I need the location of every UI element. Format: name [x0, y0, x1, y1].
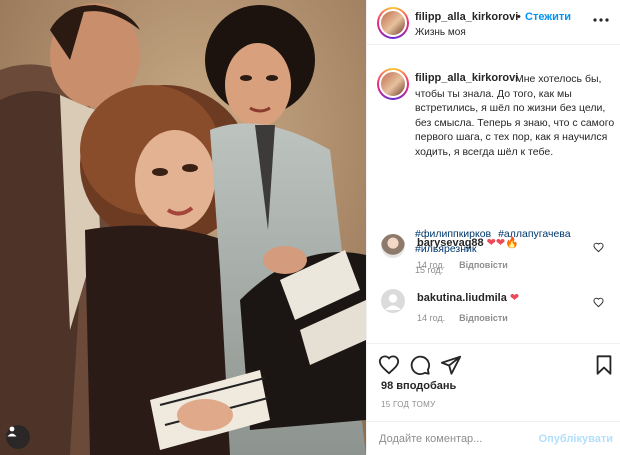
caption-text: Мне хотелось бы, чтобы ты знала. До того…: [415, 73, 615, 158]
comment-text: ❤❤🔥: [486, 237, 519, 249]
post-date[interactable]: 15 ГОД ТОМУ: [381, 400, 436, 409]
header-separator: •: [517, 11, 521, 23]
likes-count[interactable]: 98 вподобань: [381, 380, 456, 392]
reply-button[interactable]: Відповісти: [459, 313, 508, 323]
action-bar: [367, 343, 620, 383]
more-options-icon[interactable]: [591, 10, 611, 30]
post-side-panel: filipp_alla_kirkorovi • Стежити Жизнь мо…: [366, 0, 620, 455]
commenter-username[interactable]: bakutina.liudmila: [417, 292, 507, 304]
comment-box: Опублікувати: [367, 421, 620, 455]
commenter-avatar[interactable]: [381, 234, 405, 258]
comment-item: bakutina.liudmila ❤ 14 год. Відповісти: [367, 283, 620, 343]
publish-button[interactable]: Опублікувати: [539, 433, 613, 445]
comment-like-heart-icon[interactable]: [593, 295, 604, 308]
follow-button[interactable]: Стежити: [525, 11, 571, 23]
commenter-username[interactable]: barysevag88: [417, 237, 484, 249]
author-avatar[interactable]: [377, 7, 409, 39]
comment-meta: 14 год. Відповісти: [417, 260, 508, 270]
bookmark-icon[interactable]: [593, 354, 615, 376]
heart-icon[interactable]: [378, 354, 400, 376]
comment-text: ❤: [509, 292, 520, 304]
comment-timestamp[interactable]: 14 год.: [417, 313, 445, 323]
comment-item: barysevag88 ❤❤🔥 14 год. Відповісти: [367, 228, 620, 288]
share-icon[interactable]: [440, 354, 462, 376]
header-subtitle[interactable]: Жизнь моя: [415, 27, 466, 38]
user-tag-icon[interactable]: [6, 425, 30, 449]
commenter-avatar[interactable]: [381, 289, 405, 313]
author-username[interactable]: filipp_alla_kirkorovi: [415, 11, 518, 23]
comment-body: bakutina.liudmila ❤: [417, 291, 519, 304]
comment-meta: 14 год. Відповісти: [417, 313, 508, 323]
comment-input[interactable]: [379, 431, 539, 447]
reply-button[interactable]: Відповісти: [459, 260, 508, 270]
comment-body: barysevag88 ❤❤🔥: [417, 236, 519, 249]
caption-username[interactable]: filipp_alla_kirkorovi: [415, 72, 518, 84]
caption-avatar[interactable]: [377, 68, 409, 100]
comment-like-heart-icon[interactable]: [593, 240, 604, 253]
post-photo-illustration: [0, 0, 366, 455]
post-photo[interactable]: [0, 0, 366, 455]
comment-timestamp[interactable]: 14 год.: [417, 260, 445, 270]
post-header: filipp_alla_kirkorovi • Стежити Жизнь мо…: [367, 0, 620, 45]
comment-icon[interactable]: [409, 354, 431, 376]
